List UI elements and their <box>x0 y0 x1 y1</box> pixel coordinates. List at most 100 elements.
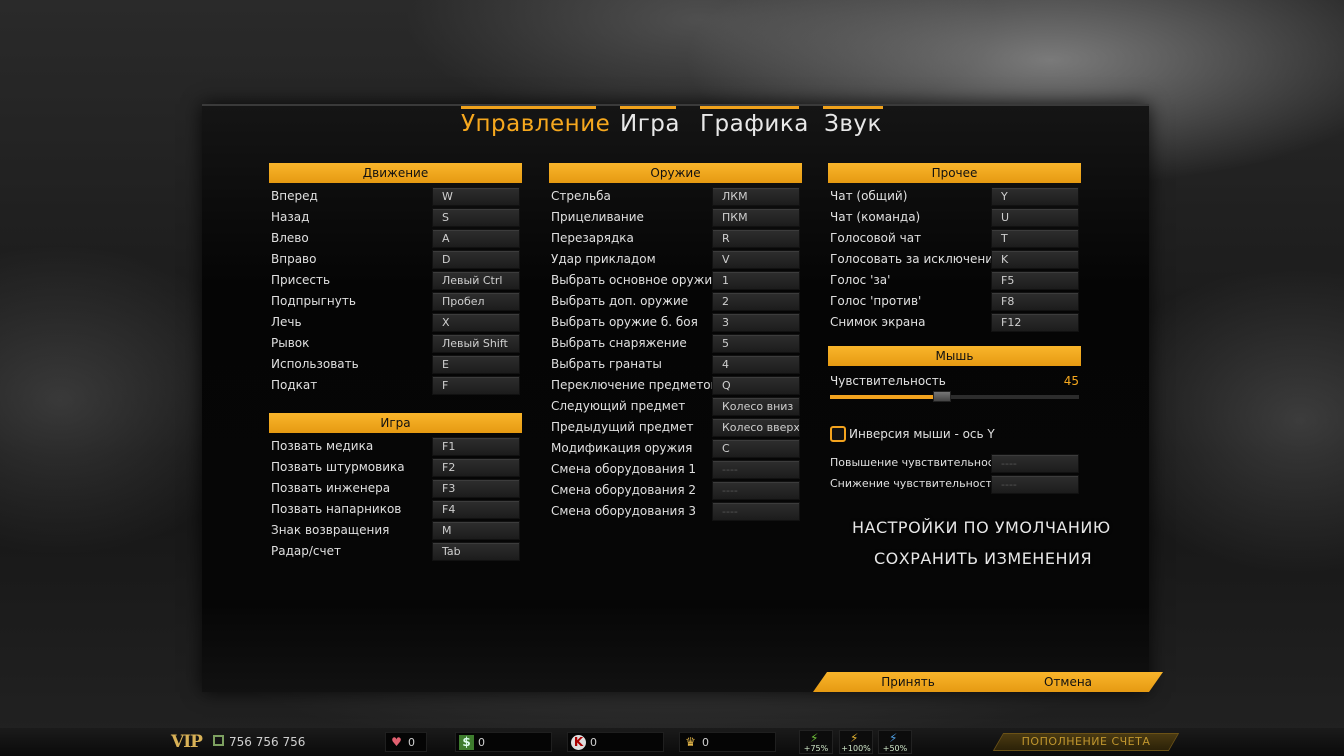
sensitivity-slider-thumb[interactable] <box>933 391 952 402</box>
binding-label: Подпрыгнуть <box>271 294 356 308</box>
key-binding-field[interactable]: W <box>432 187 520 206</box>
weapons-list: Стрельба ЛКМ Прицеливание ПКМ Перезарядка R Уд… <box>549 186 802 522</box>
section-header-game: Игра <box>269 413 522 433</box>
key-binding-field[interactable]: ЛКМ <box>712 187 800 206</box>
binding-label: Вперед <box>271 189 318 203</box>
resource-kcredits-value: 0 <box>590 736 597 749</box>
key-binding-field[interactable]: F8 <box>991 292 1079 311</box>
key-binding-field[interactable]: ПКМ <box>712 208 800 227</box>
binding-label: Смена оборудования 1 <box>551 462 697 476</box>
key-binding-field[interactable]: Левый Shift <box>432 334 520 353</box>
binding-label: Использовать <box>271 357 359 371</box>
other-binding-row: Голос 'за' F5 <box>828 270 1081 291</box>
movement-binding-row: Вперед W <box>269 186 522 207</box>
weapons-binding-row: Переключение предметов Q <box>549 375 802 396</box>
key-binding-field[interactable]: F <box>432 376 520 395</box>
heart-icon: ♥ <box>391 735 402 749</box>
key-binding-field[interactable]: Левый Ctrl <box>432 271 520 290</box>
cancel-button[interactable]: Отмена <box>972 672 1164 692</box>
xp-boost[interactable]: ⚡ +75% <box>799 730 833 754</box>
binding-label: Снимок экрана <box>830 315 926 329</box>
invert-mouse-checkbox[interactable] <box>830 426 846 442</box>
xp-boost-icon: ⚡ <box>810 731 819 745</box>
key-binding-field[interactable]: ---- <box>712 460 800 479</box>
tab-sound[interactable]: Звук <box>823 106 883 142</box>
key-binding-field[interactable]: Q <box>712 376 800 395</box>
key-binding-field[interactable]: Y <box>991 187 1079 206</box>
vip-status-icon <box>213 735 224 746</box>
key-binding-field[interactable]: 1 <box>712 271 800 290</box>
binding-label: Перезарядка <box>551 231 634 245</box>
binding-label: Рывок <box>271 336 310 350</box>
key-binding-field[interactable]: S <box>432 208 520 227</box>
save-changes-button[interactable]: СОХРАНИТЬ ИЗМЕНЕНИЯ <box>874 549 1092 568</box>
key-binding-field[interactable]: U <box>991 208 1079 227</box>
key-binding-field[interactable]: R <box>712 229 800 248</box>
key-binding-field[interactable]: Колесо вверх <box>712 418 800 437</box>
key-binding-field[interactable]: M <box>432 521 520 540</box>
column-movement-game: Движение Вперед W Назад S Влево A Вправо D Присе… <box>269 163 522 562</box>
key-binding-field[interactable]: F5 <box>991 271 1079 290</box>
weapons-binding-row: Смена оборудования 2 ---- <box>549 480 802 501</box>
key-binding-field[interactable]: 2 <box>712 292 800 311</box>
key-binding-field[interactable]: T <box>991 229 1079 248</box>
movement-binding-row: Вправо D <box>269 249 522 270</box>
key-binding-field[interactable]: Колесо вниз <box>712 397 800 416</box>
movement-binding-row: Использовать E <box>269 354 522 375</box>
key-binding-field[interactable]: E <box>432 355 520 374</box>
key-binding-field[interactable]: D <box>432 250 520 269</box>
key-binding-field[interactable]: ---- <box>991 475 1079 494</box>
settings-panel: Управление Игра Графика Звук Движение Вп… <box>202 104 1164 692</box>
key-binding-field[interactable]: 4 <box>712 355 800 374</box>
key-binding-field[interactable]: F4 <box>432 500 520 519</box>
column-weapons: Оружие Стрельба ЛКМ Прицеливание ПКМ Перезар… <box>549 163 802 522</box>
game-binding-row: Позвать медика F1 <box>269 436 522 457</box>
tab-graphics[interactable]: Графика <box>700 106 808 142</box>
top-up-account-button[interactable]: ПОПОЛНЕНИЕ СЧЕТА <box>992 733 1180 751</box>
weapons-binding-row: Смена оборудования 1 ---- <box>549 459 802 480</box>
binding-label: Голос 'за' <box>830 273 891 287</box>
key-binding-field[interactable]: C <box>712 439 800 458</box>
binding-label: Выбрать доп. оружие <box>551 294 689 308</box>
cancel-button-label: Отмена <box>1043 675 1093 689</box>
movement-binding-row: Присесть Левый Ctrl <box>269 270 522 291</box>
binding-label: Повышение чувствительности <box>830 456 1008 469</box>
key-binding-field[interactable]: Tab <box>432 542 520 561</box>
binding-label: Предыдущий предмет <box>551 420 694 434</box>
rank-boost[interactable]: ⚡ +50% <box>878 730 912 754</box>
key-binding-field[interactable]: X <box>432 313 520 332</box>
section-header-movement: Движение <box>269 163 522 183</box>
tab-controls[interactable]: Управление <box>461 106 610 142</box>
money-boost-icon: ⚡ <box>850 731 859 745</box>
key-binding-field[interactable]: A <box>432 229 520 248</box>
key-binding-field[interactable]: F3 <box>432 479 520 498</box>
binding-label: Смена оборудования 3 <box>551 504 697 518</box>
k-coin-icon: K <box>571 735 586 750</box>
dollar-icon: $ <box>459 735 474 750</box>
key-binding-field[interactable]: F2 <box>432 458 520 477</box>
key-binding-field[interactable]: ---- <box>712 481 800 500</box>
key-binding-field[interactable]: F12 <box>991 313 1079 332</box>
sensitivity-slider[interactable] <box>830 391 1079 402</box>
key-binding-field[interactable]: ---- <box>712 502 800 521</box>
key-binding-field[interactable]: 3 <box>712 313 800 332</box>
other-binding-row: Чат (команда) U <box>828 207 1081 228</box>
sensitivity-control: Чувствительность 45 <box>828 366 1081 402</box>
binding-label: Удар прикладом <box>551 252 656 266</box>
invert-mouse-toggle[interactable]: Инверсия мыши - ось Y <box>828 420 1081 450</box>
binding-label: Выбрать снаряжение <box>551 336 687 350</box>
restore-defaults-button[interactable]: НАСТРОЙКИ ПО УМОЛЧАНИЮ <box>852 518 1111 537</box>
key-binding-field[interactable]: F1 <box>432 437 520 456</box>
key-binding-field[interactable]: ---- <box>991 454 1079 473</box>
money-boost[interactable]: ⚡ +100% <box>839 730 873 754</box>
vip-badge[interactable]: VIP <box>171 732 203 752</box>
binding-label: Выбрать основное оружие <box>551 273 720 287</box>
key-binding-field[interactable]: 5 <box>712 334 800 353</box>
weapons-binding-row: Предыдущий предмет Колесо вверх <box>549 417 802 438</box>
tab-game[interactable]: Игра <box>620 106 679 142</box>
game-binding-row: Позвать напарников F4 <box>269 499 522 520</box>
key-binding-field[interactable]: V <box>712 250 800 269</box>
key-binding-field[interactable]: K <box>991 250 1079 269</box>
binding-label: Влево <box>271 231 309 245</box>
key-binding-field[interactable]: Пробел <box>432 292 520 311</box>
